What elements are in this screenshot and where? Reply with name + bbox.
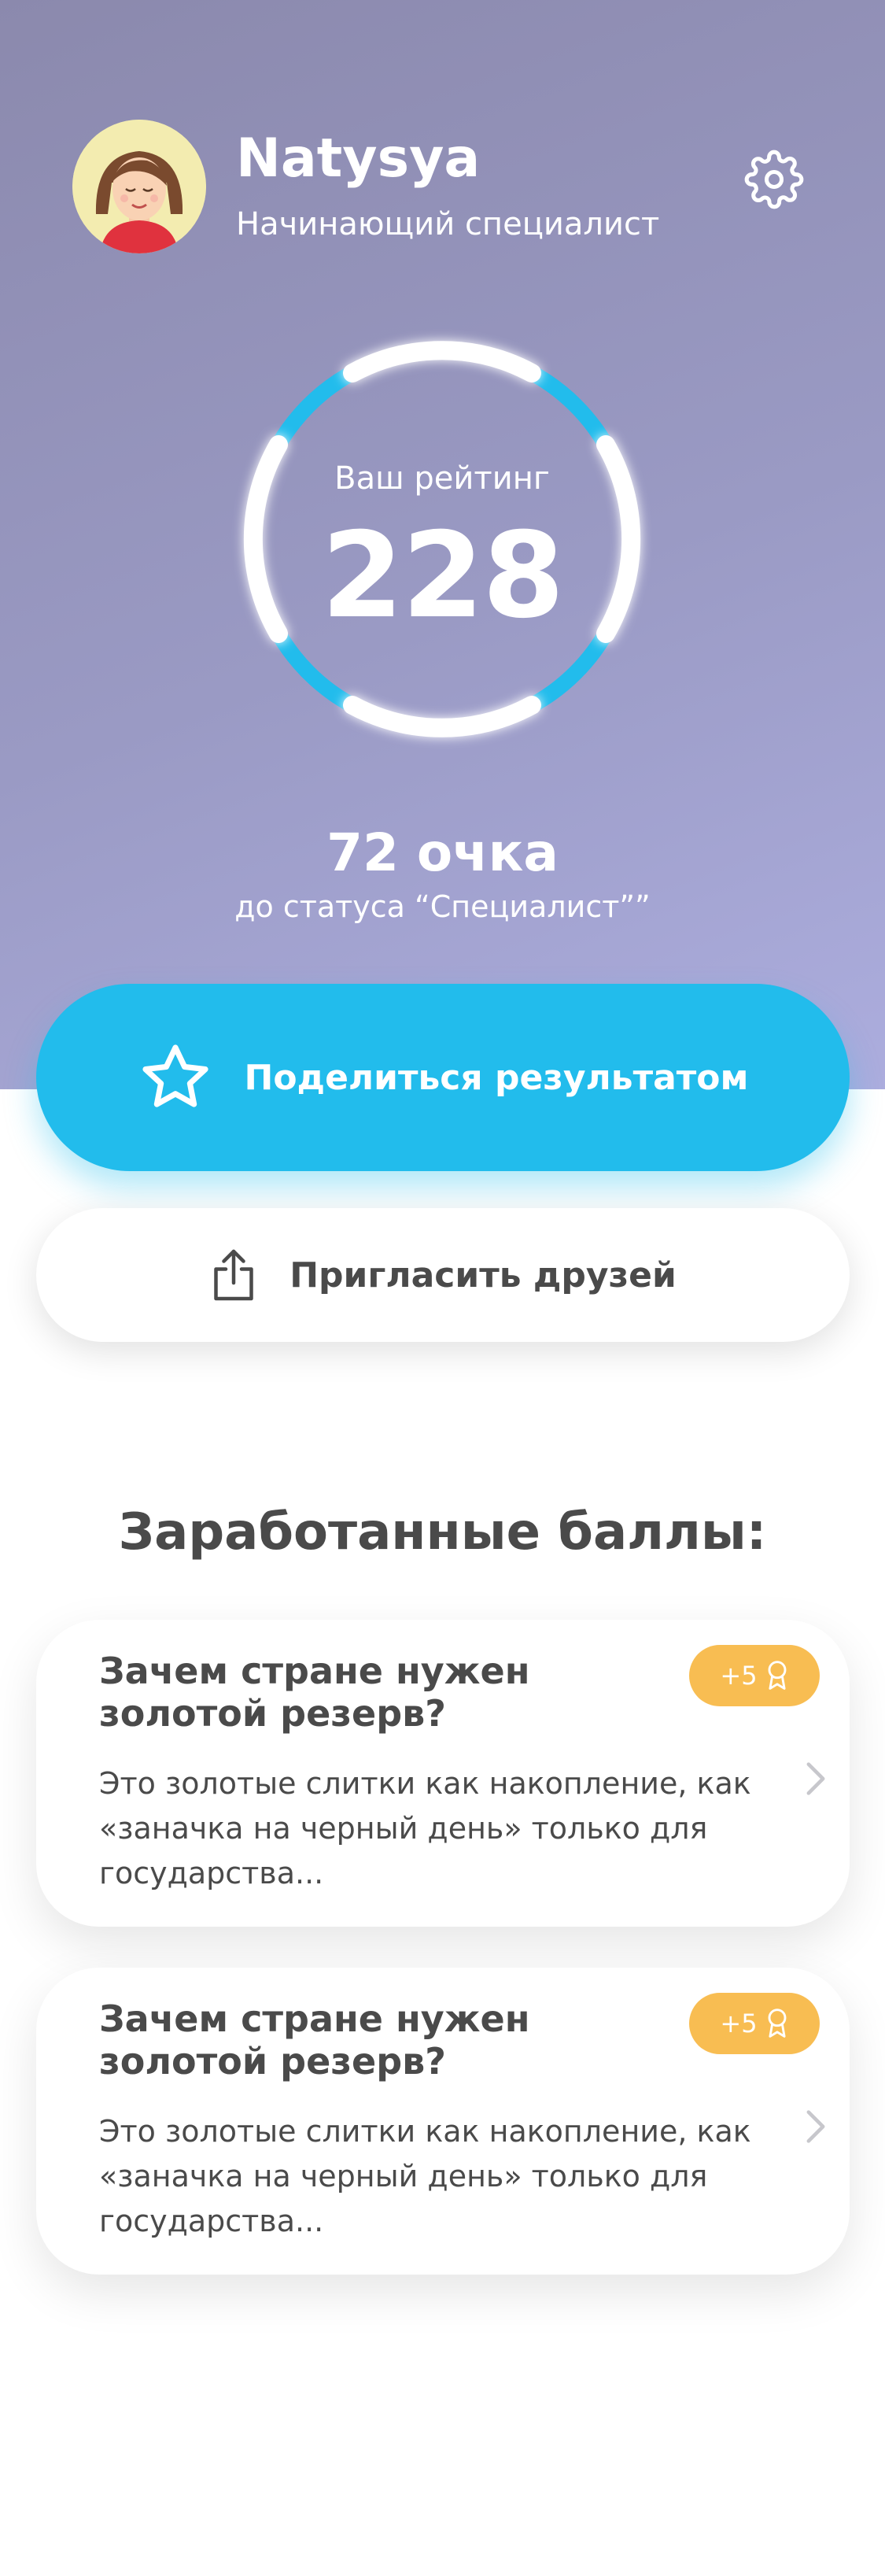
rating-gauge: Ваш рейтинг 228: [238, 334, 647, 744]
earned-item-card[interactable]: Зачем стране нужен золотой резерв? +5 Эт…: [36, 1968, 850, 2275]
user-name: Natysya: [236, 128, 481, 190]
user-status: Начинающий специалист: [236, 206, 660, 242]
card-text: Это золотые слитки как накопление, как «…: [99, 1766, 751, 1890]
points-badge: +5: [689, 1993, 820, 2054]
chevron-right-icon[interactable]: [806, 1761, 826, 1796]
invite-friends-button[interactable]: Пригласить друзей: [36, 1208, 850, 1342]
earned-points-title: Заработанные баллы:: [118, 1503, 767, 1561]
star-icon: [142, 1044, 208, 1107]
gear-icon[interactable]: [744, 150, 804, 209]
award-ribbon-icon: [768, 1661, 787, 1690]
badge-value: +5: [720, 2009, 758, 2038]
share-upload-icon: [214, 1249, 253, 1301]
next-status-note: до статуса “Специалист””: [234, 889, 651, 924]
card-title: Зачем стране нужен золотой резерв?: [99, 1650, 530, 1735]
points-badge: +5: [689, 1645, 820, 1706]
invite-friends-label: Пригласить друзей: [289, 1255, 677, 1295]
avatar[interactable]: [72, 120, 206, 253]
points-to-next-status: 72 очка: [326, 822, 559, 883]
gauge-segment-bottom: [343, 696, 541, 737]
gauge-segment-top: [343, 341, 541, 383]
share-result-label: Поделиться результатом: [244, 1057, 749, 1098]
award-ribbon-icon: [768, 2009, 787, 2038]
chevron-right-icon[interactable]: [806, 2109, 826, 2144]
badge-value: +5: [720, 1661, 758, 1691]
card-title: Зачем стране нужен золотой резерв?: [99, 1998, 530, 2083]
earned-item-card[interactable]: Зачем стране нужен золотой резерв? +5 Эт…: [36, 1620, 850, 1927]
share-result-button[interactable]: Поделиться результатом: [36, 984, 850, 1171]
rating-label: Ваш рейтинг: [334, 460, 550, 497]
rating-value: 228: [321, 508, 564, 645]
card-text: Это золотые слитки как накопление, как «…: [99, 2114, 751, 2238]
